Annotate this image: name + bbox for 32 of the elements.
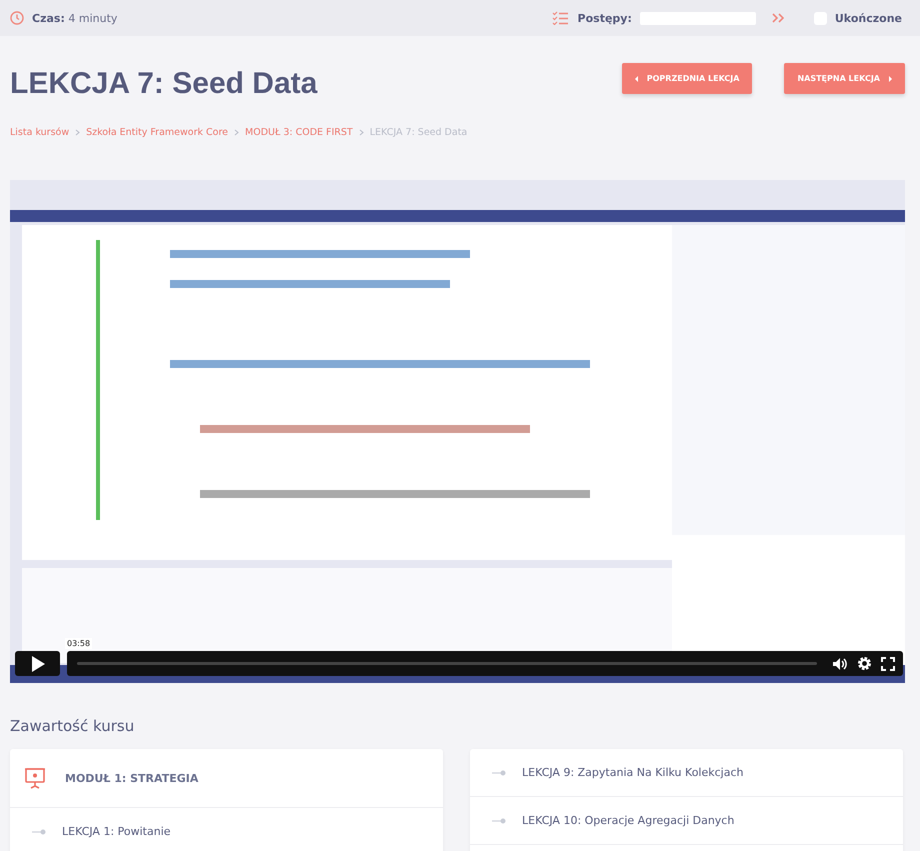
time-tooltip: 03:58	[65, 638, 92, 649]
progress-label: Postępy:	[578, 12, 632, 24]
clock-icon	[10, 11, 24, 25]
breadcrumb-link[interactable]: Szkoła Entity Framework Core	[86, 127, 228, 138]
chevron-icon	[234, 129, 240, 136]
previous-lesson-button[interactable]: POPRZEDNIA LEKCJA	[622, 63, 752, 94]
breadcrumb-link[interactable]: Lista kursów	[10, 127, 70, 138]
page-title: LEKCJA 7: Seed Data	[10, 66, 318, 101]
chevron-icon	[75, 129, 80, 136]
breadcrumb-current: LEKCJA 7: Seed Data	[370, 127, 468, 138]
chevron-icon	[358, 129, 364, 136]
play-button[interactable]	[15, 651, 60, 676]
breadcrumb-link[interactable]: MODUŁ 3: CODE FIRST	[245, 127, 353, 138]
connector-icon	[492, 818, 506, 824]
time-label: Czas: 4 minuty	[32, 12, 118, 24]
volume-icon	[832, 656, 848, 670]
lesson-link[interactable]: LEKCJA 10: Operacje Agregacji Danych	[522, 814, 734, 827]
seek-bar[interactable]	[77, 662, 817, 665]
play-icon	[30, 656, 44, 672]
section-heading: Zawartość kursu	[10, 717, 136, 735]
lesson-link[interactable]: LEKCJA 1: Powitanie	[62, 825, 171, 838]
checkbox-label[interactable]: Ukończone	[834, 12, 902, 24]
settings-icon	[857, 656, 872, 671]
fullscreen-icon	[881, 656, 895, 670]
next-lesson-button[interactable]: NASTĘPNA LEKCJA	[784, 63, 905, 94]
presentation-icon	[24, 767, 46, 789]
checklist-icon	[552, 11, 568, 25]
connector-icon	[32, 828, 46, 834]
connector-icon	[492, 770, 506, 776]
lesson-link[interactable]: LEKCJA 9: Zapytania Na Kilku Kolekcjach	[522, 766, 744, 779]
module-title[interactable]: MODUŁ 1: STRATEGIA	[65, 772, 198, 784]
double-chevron-icon	[772, 13, 784, 23]
